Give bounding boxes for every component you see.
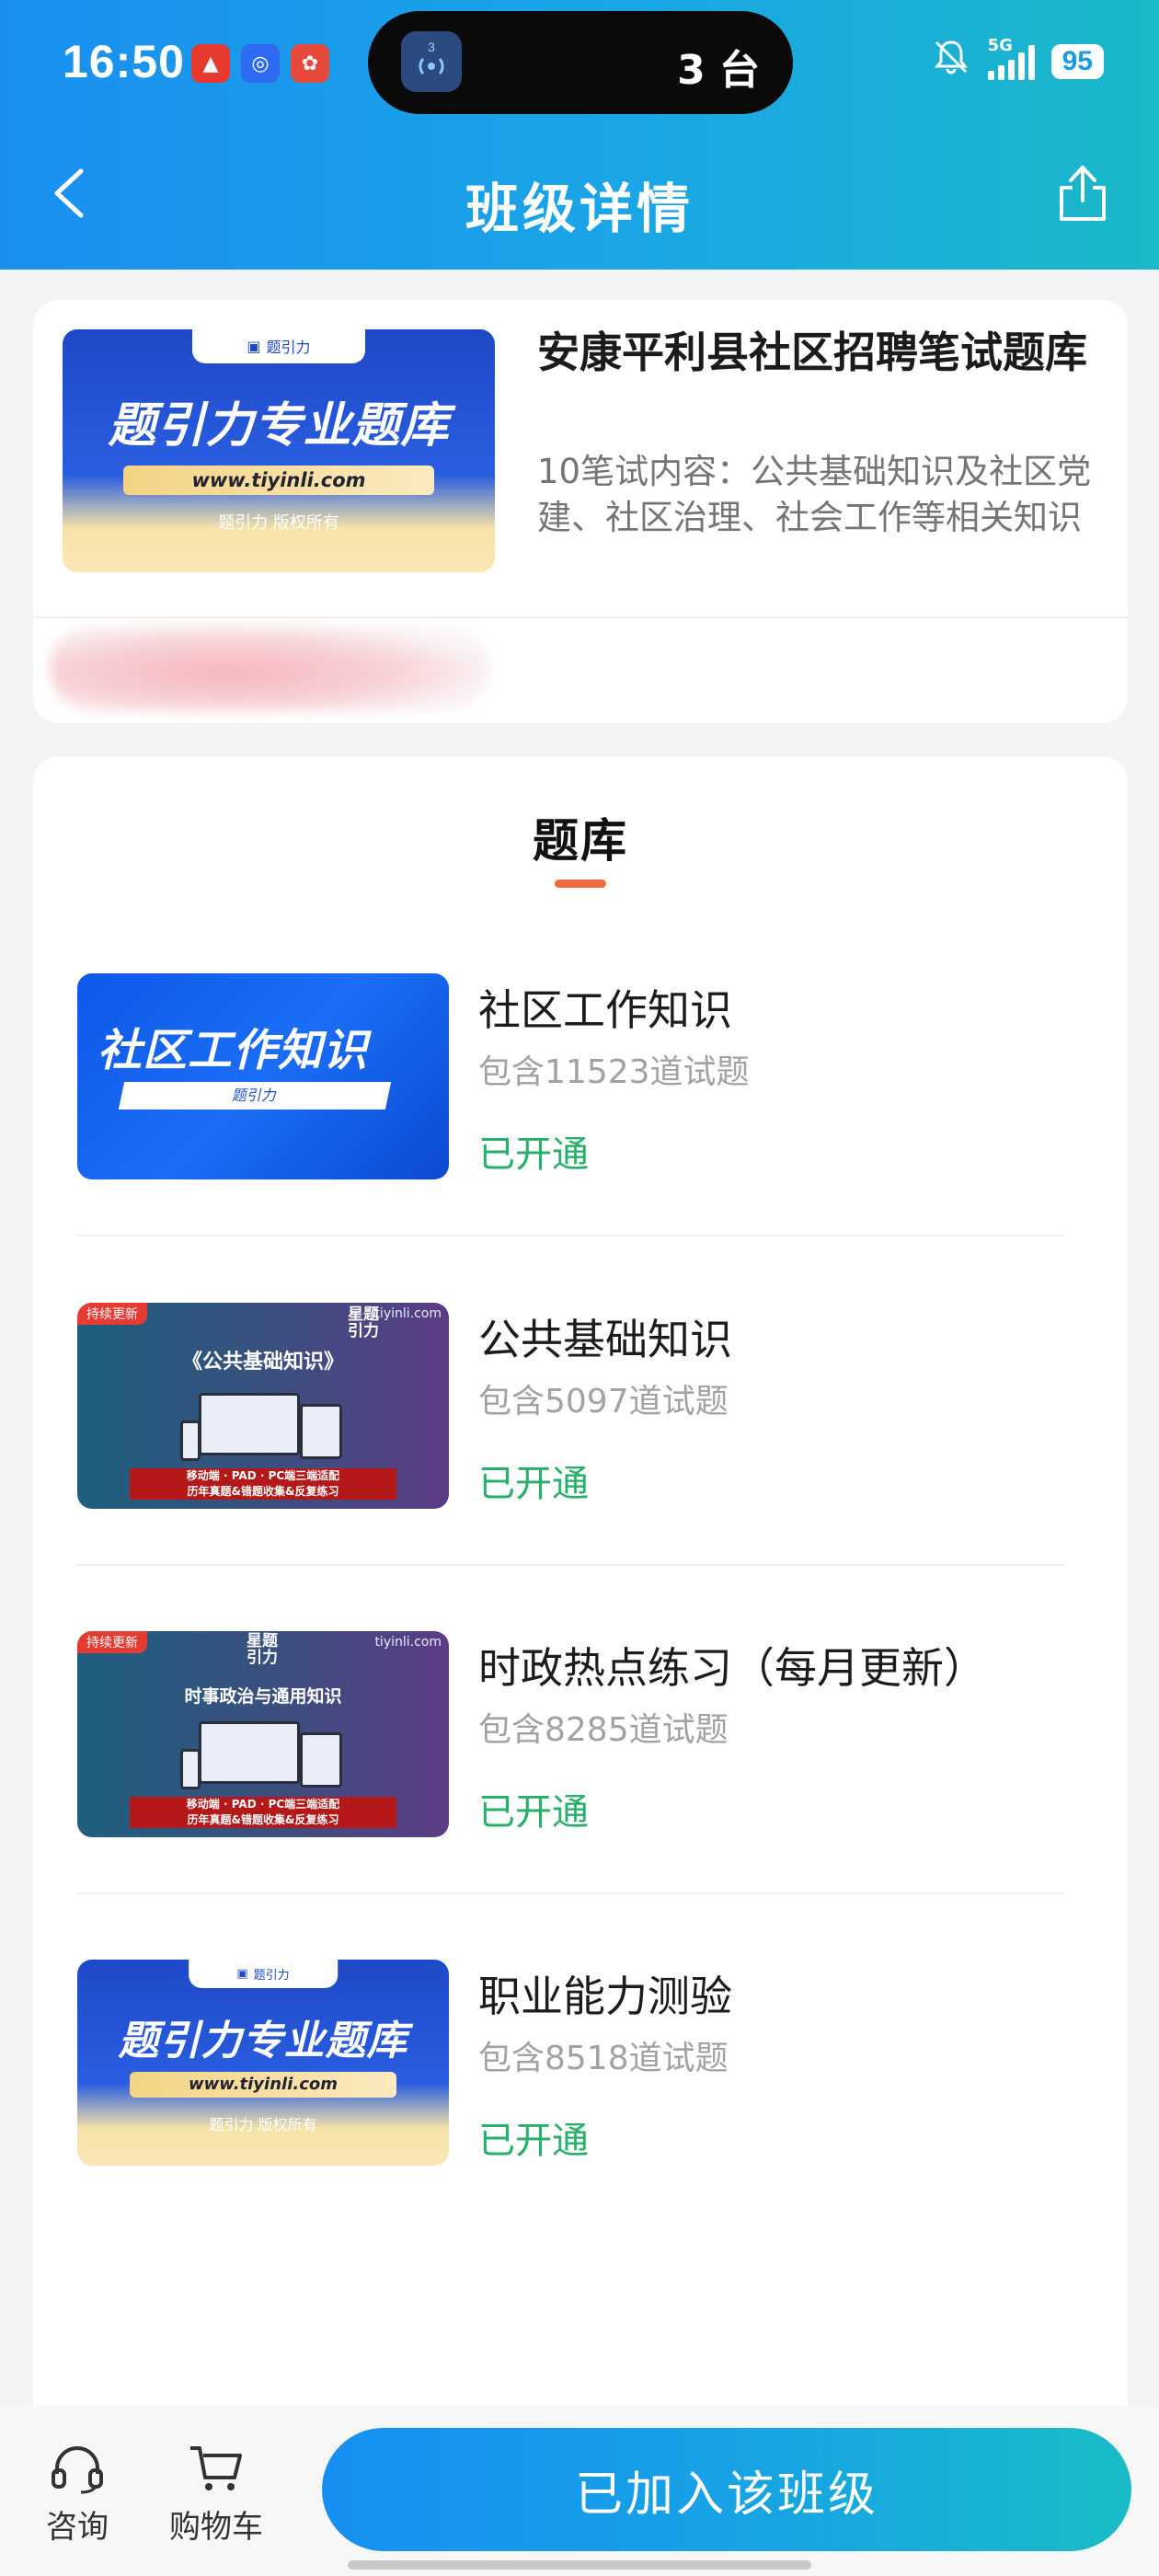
share-button[interactable] [1050, 160, 1115, 226]
question-bank-panel: 题库 社区工作知识 题引力 社区工作知识 包含11523道试题 已开通 持续更新… [33, 756, 1128, 2412]
thumbnail-tag: 持续更新 [77, 1303, 147, 1325]
broadcast-icon: 3 [401, 31, 462, 92]
bank-status: 已开通 [478, 1133, 589, 1176]
thumbnail-copyright: 题引力 版权所有 [209, 2116, 317, 2133]
thumbnail-url: www.tiyinli.com [122, 466, 435, 495]
thumbnail-headline: 题引力专业题库 [108, 398, 450, 454]
battery-icon: 95 [1050, 44, 1104, 79]
bank-thumbnail: 持续更新 tiyinli.com 星题引力 时事政治与通用知识 移动端 · PA… [77, 1631, 449, 1837]
thumbnail-title: 《公共基础知识》 [181, 1351, 344, 1374]
class-title: 安康平利县社区招聘笔试题库 [537, 328, 1087, 377]
bank-item-community-work[interactable]: 社区工作知识 题引力 社区工作知识 包含11523道试题 已开通 [77, 940, 1065, 1236]
thumbnail-headline: 社区工作知识 [98, 1025, 369, 1076]
class-info-card[interactable]: ▣ 题引力 题引力专业题库 www.tiyinli.com 题引力 版权所有 安… [33, 300, 1128, 723]
consult-label: 咨询 [46, 2509, 109, 2546]
divider [77, 1892, 1065, 1894]
status-indicators: 5G 95 [931, 36, 1104, 86]
page-title: 班级详情 [465, 178, 694, 240]
notification-app-icon: ✿ [291, 44, 329, 83]
cart-icon [190, 2446, 242, 2490]
bank-name: 社区工作知识 [478, 985, 732, 1035]
bank-count: 包含8285道试题 [478, 1711, 729, 1749]
svg-text:3: 3 [428, 40, 435, 54]
book-icon: ▣ [236, 1967, 248, 1982]
status-bar: 16:50 ▲ ◎ ✿ 3 3 台 5G 95 [0, 0, 1159, 129]
consult-button[interactable]: 咨询 [46, 2443, 109, 2547]
bank-thumbnail: 持续更新 tiyinli.com 星题引力 《公共基础知识》 移动端 · PAD… [77, 1303, 449, 1509]
thumbnail-tab: ▣ 题引力 [189, 1960, 338, 1989]
thumbnail-headline: 题引力专业题库 [118, 2018, 408, 2064]
status-time: 16:50 [63, 36, 185, 87]
headset-icon [52, 2446, 103, 2494]
bank-status: 已开通 [478, 1791, 589, 1834]
bank-status: 已开通 [478, 2120, 589, 2162]
thumbnail-url: www.tiyinli.com [129, 2072, 397, 2098]
divider [33, 616, 1128, 618]
dynamic-island[interactable]: 3 3 台 [368, 11, 793, 114]
thumbnail-banner: 移动端 · PAD · PC端三端适配 历年真题&错题收集&反复练习 [129, 1468, 397, 1500]
book-icon: ▣ [247, 337, 261, 355]
thumbnail-logo: 星题引力 [247, 1632, 278, 1667]
thumbnail-logo: 星题引力 [348, 1305, 379, 1340]
bank-status: 已开通 [478, 1463, 589, 1505]
section-title: 题库 [533, 814, 628, 868]
device-mockup [180, 1393, 346, 1468]
header: 16:50 ▲ ◎ ✿ 3 3 台 5G 95 班级详情 [0, 0, 1159, 270]
thumbnail-banner: 移动端 · PAD · PC端三端适配 历年真题&错题收集&反复练习 [129, 1797, 397, 1828]
bank-thumbnail: 社区工作知识 题引力 [77, 973, 449, 1179]
thumbnail-copyright: 题引力 版权所有 [218, 513, 339, 533]
bell-off-icon [931, 37, 971, 86]
nav-bar: 班级详情 [0, 138, 1159, 258]
bank-name: 公共基础知识 [478, 1315, 732, 1364]
bank-item-public-basics[interactable]: 持续更新 tiyinli.com 星题引力 《公共基础知识》 移动端 · PAD… [77, 1270, 1065, 1566]
bank-thumbnail: ▣ 题引力 题引力专业题库 www.tiyinli.com 题引力 版权所有 [77, 1960, 449, 2166]
class-description: 10笔试内容：公共基础知识及社区党建、社区治理、社会工作等相关知识 [537, 452, 1092, 537]
joined-class-button[interactable]: 已加入该班级 [322, 2428, 1131, 2551]
section-underline [555, 880, 606, 888]
divider [77, 1564, 1065, 1566]
cart-label: 购物车 [169, 2509, 263, 2546]
bank-item-current-affairs[interactable]: 持续更新 tiyinli.com 星题引力 时事政治与通用知识 移动端 · PA… [77, 1598, 1065, 1894]
share-icon [1060, 166, 1106, 221]
bank-count: 包含5097道试题 [478, 1383, 729, 1420]
home-indicator[interactable] [348, 2560, 811, 2570]
bank-name: 时政热点练习（每月更新） [478, 1643, 986, 1693]
notification-app-icon: ▲ [191, 44, 230, 83]
thumbnail-band: 题引力 [118, 1082, 392, 1110]
thumbnail-tag: 持续更新 [77, 1631, 147, 1653]
blurred-region [50, 624, 491, 712]
bank-name: 职业能力测验 [478, 1972, 732, 2021]
signal-icon: 5G [987, 36, 1035, 80]
bank-count: 包含8518道试题 [478, 2040, 729, 2077]
bank-item-aptitude-test[interactable]: ▣ 题引力 题引力专业题库 www.tiyinli.com 题引力 版权所有 职… [77, 1926, 1065, 2223]
thumbnail-tab: ▣ 题引力 [192, 329, 365, 363]
divider [77, 1235, 1065, 1236]
thumbnail-title: 时事政治与通用知识 [184, 1686, 342, 1707]
thumbnail-site: tiyinli.com [374, 1635, 442, 1650]
bottom-action-bar: 咨询 购物车 已加入该班级 [0, 2406, 1159, 2576]
island-status-text: 3 台 [677, 47, 760, 94]
notification-app-icons: ▲ ◎ ✿ [191, 44, 329, 83]
device-mockup [180, 1721, 346, 1797]
class-thumbnail: ▣ 题引力 题引力专业题库 www.tiyinli.com 题引力 版权所有 [63, 329, 495, 572]
bank-count: 包含11523道试题 [478, 1053, 750, 1091]
cart-button[interactable]: 购物车 [169, 2443, 263, 2547]
notification-app-icon: ◎ [241, 44, 280, 83]
